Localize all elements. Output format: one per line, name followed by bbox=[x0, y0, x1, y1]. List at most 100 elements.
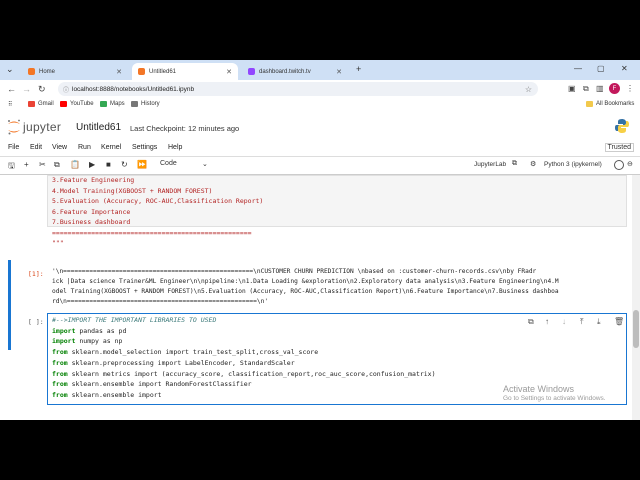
code-text: sklearn.ensemble import bbox=[67, 390, 162, 399]
extensions-puzzle-icon[interactable]: ⧉ bbox=[583, 84, 589, 94]
code-line: from sklearn.model_selection import trai… bbox=[52, 348, 318, 356]
menu-edit[interactable]: Edit bbox=[30, 144, 42, 151]
code-keyword: from bbox=[52, 380, 68, 389]
url-input[interactable]: ⓘ localhost:8888/notebooks/Untitled61.ip… bbox=[58, 82, 538, 96]
bookmark-gmail[interactable]: Gmail bbox=[28, 101, 54, 107]
tab-title: dashboard.twitch.tv bbox=[259, 68, 311, 75]
jupyter-header: jupyter Untitled61 Last Checkpoint: 12 m… bbox=[0, 113, 640, 141]
maps-icon bbox=[100, 101, 107, 107]
close-tab-icon[interactable]: ✕ bbox=[116, 68, 122, 76]
jupyterlab-button[interactable]: JupyterLab bbox=[474, 161, 506, 168]
url-text: localhost:8888/notebooks/Untitled61.ipyn… bbox=[72, 85, 195, 93]
output-line: odel Training(XGBOOST + RANDOM FOREST)\n… bbox=[52, 288, 559, 295]
bug-icon[interactable]: ⊖ bbox=[627, 160, 633, 168]
tab-twitch-dashboard[interactable]: dashboard.twitch.tv ✕ bbox=[242, 63, 348, 80]
kernel-name[interactable]: Python 3 (ipykernel) bbox=[544, 161, 602, 168]
active-cell-indicator bbox=[8, 260, 11, 350]
bookmark-history[interactable]: History bbox=[131, 101, 160, 107]
gmail-icon bbox=[28, 101, 35, 107]
profile-avatar[interactable]: F bbox=[609, 83, 620, 94]
reload-icon[interactable]: ↻ bbox=[38, 84, 46, 95]
code-text: sklearn.preprocessing import LabelEncode… bbox=[67, 358, 295, 367]
move-up-icon[interactable]: ↑ bbox=[545, 317, 549, 326]
debug-icon[interactable]: ⚙ bbox=[530, 160, 536, 168]
new-tab-button[interactable]: + bbox=[356, 64, 361, 74]
sidebar-icon[interactable]: ▥ bbox=[596, 84, 604, 93]
checkpoint-status: Last Checkpoint: 12 minutes ago bbox=[130, 124, 240, 133]
scrollbar-track[interactable] bbox=[632, 175, 640, 420]
activate-windows-title: Activate Windows bbox=[503, 384, 575, 394]
delete-cell-icon[interactable]: 🗑 bbox=[614, 317, 624, 326]
bookmarks-bar: ⠿ Gmail YouTube Maps History All Bookmar… bbox=[0, 99, 640, 114]
code-keyword: from bbox=[52, 390, 68, 399]
maximize-icon[interactable]: ▢ bbox=[597, 64, 605, 73]
menu-settings[interactable]: Settings bbox=[132, 144, 157, 151]
close-window-icon[interactable]: ✕ bbox=[621, 64, 628, 73]
extension-icon[interactable]: ▣ bbox=[568, 84, 576, 93]
copy-icon[interactable]: ⧉ bbox=[54, 160, 60, 170]
menu-file[interactable]: File bbox=[8, 144, 19, 151]
bookmark-youtube[interactable]: YouTube bbox=[60, 101, 94, 107]
youtube-icon bbox=[60, 101, 67, 107]
trusted-indicator[interactable]: Trusted bbox=[604, 143, 634, 152]
code-comment: #-->IMPORT THE IMPORTANT LIBRARIES TO US… bbox=[52, 316, 217, 324]
restart-run-all-icon[interactable]: ⏩ bbox=[137, 160, 147, 169]
notebook-name[interactable]: Untitled61 bbox=[76, 122, 121, 133]
close-tab-icon[interactable]: ✕ bbox=[226, 68, 232, 76]
jupyter-logo-icon[interactable] bbox=[7, 119, 21, 135]
save-icon[interactable]: 🖫 bbox=[8, 160, 15, 174]
code-line: from sklearn.ensemble import RandomFores… bbox=[52, 380, 252, 388]
minimize-icon[interactable]: — bbox=[574, 64, 582, 73]
notebook-toolbar: 🖫 + ✂ ⧉ 📋 ▶ ■ ↻ ⏩ Code ⌄ JupyterLab ⧉ ⚙ … bbox=[0, 157, 640, 175]
tab-untitled61[interactable]: Untitled61 ✕ bbox=[132, 63, 238, 80]
apps-grid-icon[interactable]: ⠿ bbox=[8, 101, 12, 108]
code-line: 5.Evaluation (Accuracy, ROC-AUC,Classifi… bbox=[52, 197, 264, 205]
bookmark-star-icon[interactable]: ☆ bbox=[525, 85, 532, 94]
code-line: ========================================… bbox=[52, 228, 252, 237]
tab-home[interactable]: Home ✕ bbox=[22, 63, 128, 80]
code-line: from sklearn.ensemble import bbox=[52, 391, 162, 399]
chevron-down-icon[interactable]: ⌄ bbox=[202, 160, 208, 168]
browser-menu-icon[interactable]: ⋮ bbox=[626, 84, 634, 93]
address-bar-row: ← → ↻ ⓘ localhost:8888/notebooks/Untitle… bbox=[0, 80, 640, 99]
code-line: import pandas as pd bbox=[52, 327, 126, 335]
bookmark-maps[interactable]: Maps bbox=[100, 101, 125, 107]
close-tab-icon[interactable]: ✕ bbox=[336, 68, 342, 76]
restart-icon[interactable]: ↻ bbox=[121, 160, 128, 169]
site-info-icon[interactable]: ⓘ bbox=[63, 85, 69, 94]
code-line: from sklearn.preprocessing import LabelE… bbox=[52, 359, 295, 367]
menu-help[interactable]: Help bbox=[168, 144, 182, 151]
run-icon[interactable]: ▶ bbox=[89, 160, 95, 169]
menu-run[interactable]: Run bbox=[78, 144, 91, 151]
browser-tab-strip: ⌄ Home ✕ Untitled61 ✕ dashboard.twitch.t… bbox=[0, 60, 640, 80]
paste-icon[interactable]: 📋 bbox=[70, 160, 80, 169]
code-line: #-->IMPORT THE IMPORTANT LIBRARIES TO US… bbox=[52, 316, 216, 324]
menu-view[interactable]: View bbox=[52, 144, 67, 151]
cell-type-select[interactable]: Code bbox=[160, 160, 177, 167]
kernel-status-icon bbox=[614, 160, 624, 170]
scrollbar-thumb[interactable] bbox=[633, 310, 639, 348]
menu-kernel[interactable]: Kernel bbox=[101, 144, 121, 151]
cut-icon[interactable]: ✂ bbox=[39, 160, 46, 169]
forward-icon[interactable]: → bbox=[22, 84, 31, 94]
tab-search-icon[interactable]: ⌄ bbox=[6, 64, 14, 75]
code-text: sklearn.model_selection import train_tes… bbox=[67, 348, 319, 357]
duplicate-cell-icon[interactable]: ⧉ bbox=[528, 317, 534, 327]
insert-cell-icon[interactable]: + bbox=[24, 160, 29, 169]
code-keyword: import bbox=[52, 326, 76, 335]
code-line: 3.Feature Engineering bbox=[52, 176, 135, 184]
code-text: numpy as np bbox=[75, 337, 123, 346]
jupyter-favicon-icon bbox=[138, 68, 145, 75]
back-icon[interactable]: ← bbox=[7, 84, 16, 94]
all-bookmarks[interactable]: All Bookmarks bbox=[586, 101, 634, 107]
code-line: from sklearn metrics import (accuracy_sc… bbox=[52, 370, 436, 378]
insert-below-icon[interactable]: ⤓ bbox=[597, 317, 601, 327]
share-icon[interactable]: ⧉ bbox=[512, 160, 517, 168]
stop-icon[interactable]: ■ bbox=[106, 160, 111, 169]
code-text: sklearn metrics import (accuracy_score, … bbox=[67, 369, 436, 378]
insert-above-icon[interactable]: ⤒ bbox=[580, 317, 584, 327]
code-line: 7.Business dashboard bbox=[52, 218, 131, 226]
code-keyword: from bbox=[52, 369, 68, 378]
move-down-icon[interactable]: ↓ bbox=[562, 317, 566, 326]
activate-windows-subtitle: Go to Settings to activate Windows. bbox=[503, 395, 606, 402]
